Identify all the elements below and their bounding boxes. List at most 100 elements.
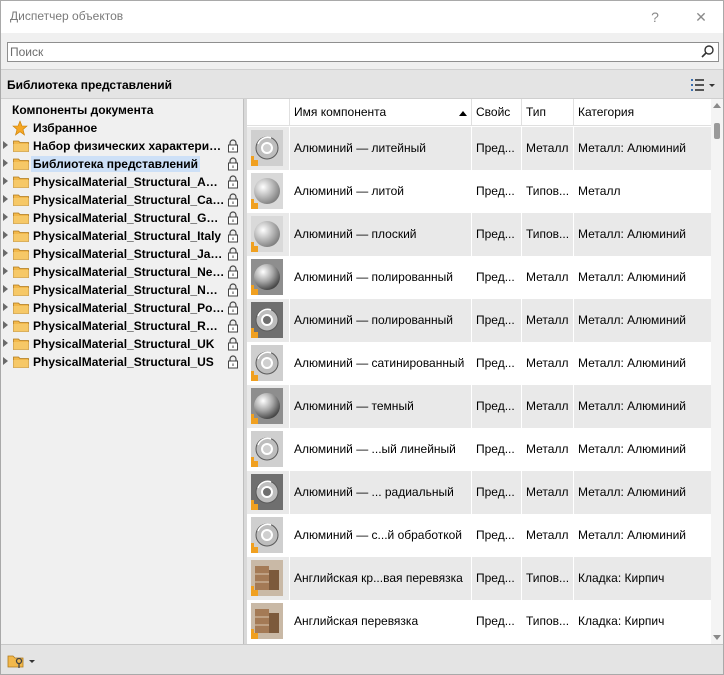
- search-input[interactable]: [10, 44, 690, 60]
- cell-type: Металл: [521, 385, 573, 428]
- expand-arrow-icon[interactable]: [3, 303, 8, 311]
- cell-category: Металл: Алюминий: [573, 385, 711, 428]
- folder-icon: [13, 212, 29, 224]
- table-row[interactable]: Алюминий — плоский Пред... Типов... Металл:…: [247, 213, 711, 256]
- table-row[interactable]: Алюминий — литейный Пред... Металл Металл: …: [247, 127, 711, 170]
- tree-item[interactable]: PhysicalMaterial_Structural_Japan: [1, 245, 243, 263]
- tree-item[interactable]: Набор физических характеристик: [1, 137, 243, 155]
- tree-item[interactable]: PhysicalMaterial_Structural_Italy: [1, 227, 243, 245]
- expand-arrow-icon[interactable]: [3, 249, 8, 257]
- scroll-thumb[interactable]: [714, 123, 720, 139]
- folder-icon: [13, 266, 29, 278]
- cell-prop: Пред...: [471, 428, 521, 471]
- cell-category: Металл: Алюминий: [573, 299, 711, 342]
- folder-icon: [13, 284, 29, 296]
- material-thumbnail-icon: [251, 388, 283, 424]
- material-thumbnail-icon: [251, 302, 283, 338]
- thumbnail-cell: [247, 299, 289, 342]
- lock-icon: [227, 157, 239, 171]
- thumbnail-cell: [247, 342, 289, 385]
- list-view-icon[interactable]: [689, 76, 717, 94]
- tree-item-favorites[interactable]: Избранное: [1, 119, 243, 137]
- expand-arrow-icon[interactable]: [3, 357, 8, 365]
- expand-arrow-icon[interactable]: [3, 285, 8, 293]
- grid-header: Имя компонента Свойс Тип Категория: [247, 99, 711, 126]
- tree-header-document-components[interactable]: Компоненты документа: [12, 103, 153, 117]
- tree-item[interactable]: PhysicalMaterial_Structural_UK: [1, 335, 243, 353]
- table-row[interactable]: Алюминий — литой Пред... Типов... Металл: [247, 170, 711, 213]
- column-header-thumbnail[interactable]: [247, 99, 289, 126]
- table-row[interactable]: Английская кр...вая перевязка Пред... Типо…: [247, 557, 711, 600]
- folder-icon: [13, 140, 29, 152]
- tree-item[interactable]: PhysicalMaterial_Structural_Netherlands: [1, 263, 243, 281]
- tree-item[interactable]: PhysicalMaterial_Structural_Canada: [1, 191, 243, 209]
- thumbnail-cell: [247, 213, 289, 256]
- lock-icon: [227, 319, 239, 333]
- table-row[interactable]: Алюминий — полированный Пред... Металл Мета…: [247, 256, 711, 299]
- title-bar: Диспетчер объектов ? ✕: [1, 1, 723, 33]
- tree-item-label: PhysicalMaterial_Structural_Germany: [33, 211, 227, 225]
- scroll-down-icon[interactable]: [713, 635, 721, 640]
- cell-name: Алюминий — ... радиальный: [289, 471, 471, 514]
- lock-icon: [227, 139, 239, 153]
- library-title: Библиотека представлений: [7, 78, 173, 92]
- tree-item[interactable]: Библиотека представлений: [1, 155, 243, 173]
- close-button[interactable]: ✕: [687, 5, 715, 29]
- cell-name: Алюминий — полированный: [289, 256, 471, 299]
- lock-icon: [227, 283, 239, 297]
- tree-item[interactable]: PhysicalMaterial_Structural_Norway: [1, 281, 243, 299]
- expand-arrow-icon[interactable]: [3, 159, 8, 167]
- table-row[interactable]: Алюминий — полированный Пред... Металл Мета…: [247, 299, 711, 342]
- component-grid: Имя компонента Свойс Тип Категория Алюми…: [247, 99, 723, 644]
- tree-item-label: PhysicalMaterial_Structural_Japan: [33, 247, 227, 261]
- table-row[interactable]: Алюминий — темный Пред... Металл Металл: Ал…: [247, 385, 711, 428]
- material-thumbnail-icon: [251, 431, 283, 467]
- expand-arrow-icon[interactable]: [3, 213, 8, 221]
- vertical-scrollbar[interactable]: [711, 99, 723, 644]
- cell-name: Английская перевязка: [289, 600, 471, 643]
- folder-icon: [13, 176, 29, 188]
- material-thumbnail-icon: [251, 560, 283, 596]
- column-header-property[interactable]: Свойс: [471, 99, 521, 126]
- expand-arrow-icon[interactable]: [3, 141, 8, 149]
- cell-category: Металл: Алюминий: [573, 213, 711, 256]
- expand-arrow-icon[interactable]: [3, 321, 8, 329]
- cell-type: Металл: [521, 299, 573, 342]
- table-row[interactable]: Алюминий — ... радиальный Пред... Металл Ме…: [247, 471, 711, 514]
- search-icon[interactable]: [700, 44, 716, 60]
- help-button[interactable]: ?: [641, 5, 669, 29]
- column-header-name[interactable]: Имя компонента: [289, 99, 471, 126]
- tree-item[interactable]: PhysicalMaterial_Structural_Poland: [1, 299, 243, 317]
- material-thumbnail-icon: [251, 259, 283, 295]
- cell-name: Алюминий — ...ый линейный: [289, 428, 471, 471]
- folder-icon: [13, 248, 29, 260]
- tree-item[interactable]: PhysicalMaterial_Structural_US: [1, 353, 243, 371]
- cell-type: Металл: [521, 514, 573, 557]
- table-row[interactable]: Алюминий — ...ый линейный Пред... Металл Ме…: [247, 428, 711, 471]
- folder-icon: [13, 302, 29, 314]
- thumbnail-cell: [247, 600, 289, 643]
- lock-icon: [227, 175, 239, 189]
- expand-arrow-icon[interactable]: [3, 195, 8, 203]
- tree-item[interactable]: PhysicalMaterial_Structural_Australia: [1, 173, 243, 191]
- column-header-type[interactable]: Тип: [521, 99, 573, 126]
- cell-type: Типов...: [521, 213, 573, 256]
- expand-arrow-icon[interactable]: [3, 231, 8, 239]
- folder-icon: [13, 194, 29, 206]
- folder-key-icon[interactable]: [7, 652, 37, 670]
- table-row[interactable]: Алюминий — с...й обработкой Пред... Металл…: [247, 514, 711, 557]
- thumbnail-cell: [247, 256, 289, 299]
- expand-arrow-icon[interactable]: [3, 267, 8, 275]
- table-row[interactable]: Алюминий — сатинированный Пред... Металл Ме…: [247, 342, 711, 385]
- tree-item[interactable]: PhysicalMaterial_Structural_Germany: [1, 209, 243, 227]
- footer-bar: [1, 644, 723, 674]
- lock-icon: [227, 355, 239, 369]
- column-header-category[interactable]: Категория: [573, 99, 711, 126]
- expand-arrow-icon[interactable]: [3, 177, 8, 185]
- expand-arrow-icon[interactable]: [3, 339, 8, 347]
- table-row[interactable]: Английская перевязка Пред... Типов... Кладк…: [247, 600, 711, 643]
- tree-item[interactable]: PhysicalMaterial_Structural_Russia: [1, 317, 243, 335]
- material-thumbnail-icon: [251, 216, 283, 252]
- scroll-up-icon[interactable]: [713, 103, 721, 108]
- sort-ascending-icon: [459, 111, 467, 116]
